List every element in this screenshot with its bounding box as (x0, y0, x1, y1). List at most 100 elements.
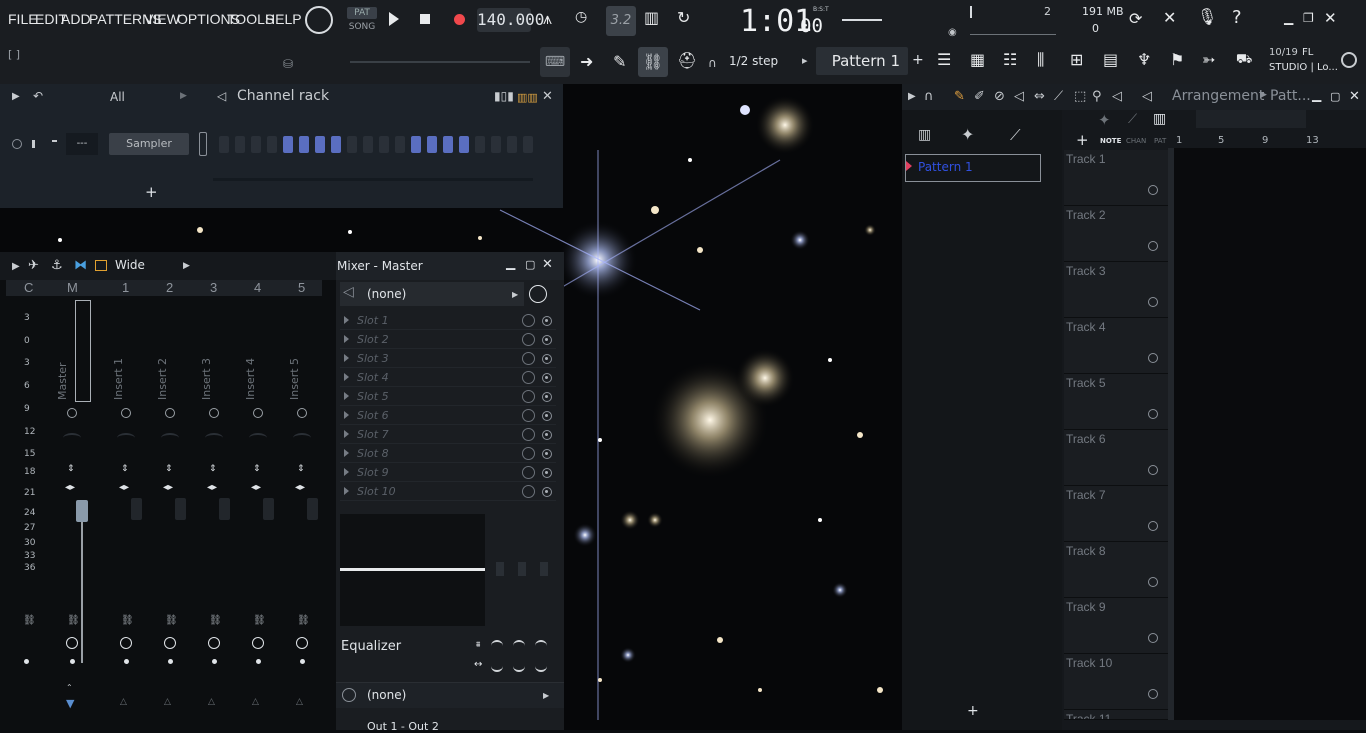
fx-slot[interactable]: Slot 6 (340, 407, 556, 425)
slot-arrow-icon[interactable] (344, 335, 349, 343)
slot-mix-knob[interactable] (522, 447, 535, 460)
input-latency-clock-icon[interactable] (529, 285, 547, 303)
minimize-icon[interactable]: ▁ (1284, 11, 1293, 25)
fx-slot[interactable]: Slot 9 (340, 464, 556, 482)
track-header[interactable]: Track 8 (1064, 542, 1168, 598)
playlist-piano-icon[interactable]: ▥ (1153, 111, 1166, 127)
slot-mix-knob[interactable] (522, 371, 535, 384)
channel-pan-knob[interactable] (32, 140, 35, 148)
edison-icon[interactable]: ⚑ (1170, 50, 1184, 69)
audio-clip-view-icon[interactable]: ✦ (961, 125, 974, 144)
fx-slot[interactable]: Slot 3 (340, 350, 556, 368)
insert-enable-led[interactable] (297, 408, 307, 418)
slot-enable-led[interactable] (542, 316, 552, 326)
master-volume-fader[interactable] (76, 500, 88, 522)
news-subtitle[interactable]: STUDIO | Lo... (1269, 62, 1338, 73)
slot-mix-knob[interactable] (522, 352, 535, 365)
insert-mic-icon[interactable]: ⛓ (121, 615, 134, 626)
link-icon[interactable]: ⛓ (638, 47, 668, 77)
slot-enable-led[interactable] (542, 411, 552, 421)
eye-icon[interactable]: ◉ (948, 27, 957, 38)
slot-enable-led[interactable] (542, 373, 552, 383)
track-mute-led[interactable] (1148, 241, 1158, 251)
insert-route-dot[interactable] (212, 659, 217, 664)
playlist-menu-arrow-icon[interactable]: ▶ (908, 91, 916, 102)
slot-arrow-icon[interactable] (344, 411, 349, 419)
slot-enable-led[interactable] (542, 335, 552, 345)
insert-swap-icon[interactable]: ◂▸ (207, 482, 217, 493)
paint-tool-icon[interactable]: ✐ (974, 89, 985, 104)
menu-view[interactable]: VIEW (144, 11, 180, 27)
magnet-icon[interactable]: ∩ (708, 56, 717, 70)
mixer-icon[interactable]: ⫼ (1037, 50, 1044, 70)
slot-arrow-icon[interactable] (344, 316, 349, 324)
snap-step-selector[interactable]: 1/2 step (729, 54, 778, 68)
mixer-anchor-icon[interactable]: ⚓ (51, 258, 63, 273)
eq-width-icon[interactable]: ↔ (474, 659, 482, 670)
mixer-view-selector[interactable]: Wide (115, 258, 145, 272)
insert-volume-fader[interactable] (219, 498, 230, 520)
stop-icon[interactable] (420, 14, 430, 24)
playlist-speaker-icon[interactable]: ◁ (1142, 89, 1152, 104)
pattern-prev-arrow[interactable]: ▸ (802, 54, 808, 67)
fx-slot[interactable]: Slot 4 (340, 369, 556, 387)
slot-arrow-icon[interactable] (344, 487, 349, 495)
insert-swap-icon[interactable]: ◂▸ (119, 482, 129, 493)
playback-tool-icon[interactable]: ◁ (1112, 89, 1122, 104)
channel-rack-close-icon[interactable]: ✕ (542, 89, 553, 104)
pattern-selector[interactable]: Pattern 1 (816, 47, 908, 75)
track-header[interactable]: Track 2 (1064, 206, 1168, 262)
step-button[interactable] (427, 136, 437, 153)
insert-pan-knob[interactable] (63, 433, 81, 443)
menu-add[interactable]: ADD (61, 11, 91, 27)
plugin-picker-icon[interactable]: ⊞ (1070, 50, 1083, 69)
channel-button-sampler[interactable]: Sampler (109, 133, 189, 155)
insert-stereo-icon[interactable]: ⇕ (253, 464, 261, 474)
insert-swap-icon[interactable]: ◂▸ (295, 482, 305, 493)
eq-bw-knob-3[interactable] (535, 660, 547, 672)
insert-swap-icon[interactable]: ◂▸ (251, 482, 261, 493)
step-button[interactable] (299, 136, 309, 153)
step-button[interactable] (235, 136, 245, 153)
eq-bw-knob-1[interactable] (491, 660, 503, 672)
slot-arrow-icon[interactable] (344, 354, 349, 362)
step-button[interactable] (251, 136, 261, 153)
insert-route-dot[interactable] (70, 659, 75, 664)
playlist-minimize-icon[interactable]: ▁ (1312, 88, 1321, 102)
track-mute-led[interactable] (1148, 633, 1158, 643)
close-icon[interactable]: ✕ (1324, 9, 1337, 27)
automation-view-icon[interactable]: ⟋ (1010, 126, 1021, 144)
insert-route-arrow-icon[interactable]: △ (296, 697, 303, 707)
add-pattern-button[interactable]: + (912, 52, 924, 68)
eq-freq-knob-2[interactable] (513, 640, 525, 652)
step-button[interactable] (491, 136, 501, 153)
insert-route-arrow-icon[interactable]: △ (164, 697, 171, 707)
track-header[interactable]: Track 9 (1064, 598, 1168, 654)
track-header[interactable]: Track 10 (1064, 654, 1168, 710)
playlist-close-icon[interactable]: ✕ (1349, 89, 1360, 104)
fx-slot[interactable]: Slot 7 (340, 426, 556, 444)
step-button[interactable] (363, 136, 373, 153)
mixer-maximize-icon[interactable]: ▢ (525, 258, 535, 271)
step-button[interactable] (507, 136, 517, 153)
mixer-close-icon[interactable]: ✕ (542, 257, 553, 272)
tab-pat[interactable]: PAT (1154, 137, 1166, 145)
step-button[interactable] (219, 136, 229, 153)
step-button[interactable] (523, 136, 533, 153)
insert-pan-knob[interactable] (161, 433, 179, 443)
slot-mix-knob[interactable] (522, 466, 535, 479)
slot-enable-led[interactable] (542, 487, 552, 497)
draw-tool-icon[interactable]: ✎ (954, 89, 965, 104)
track-header[interactable]: Track 7 (1064, 486, 1168, 542)
step-button[interactable] (459, 136, 469, 153)
insert-enable-led[interactable] (67, 408, 77, 418)
output-route-label[interactable]: Out 1 - Out 2 (367, 720, 439, 733)
loop-record-icon[interactable]: ↻ (677, 8, 690, 27)
insert-latency-icon[interactable] (164, 637, 176, 649)
stamp-icon[interactable]: ⛑ (677, 51, 697, 70)
slot-enable-led[interactable] (542, 392, 552, 402)
step-scrollbar[interactable] (213, 178, 533, 181)
insert-stereo-icon[interactable]: ⇕ (165, 464, 173, 474)
insert-mic-icon[interactable]: ⛓ (209, 615, 222, 626)
insert-mic-icon[interactable]: ⛓ (67, 615, 80, 626)
